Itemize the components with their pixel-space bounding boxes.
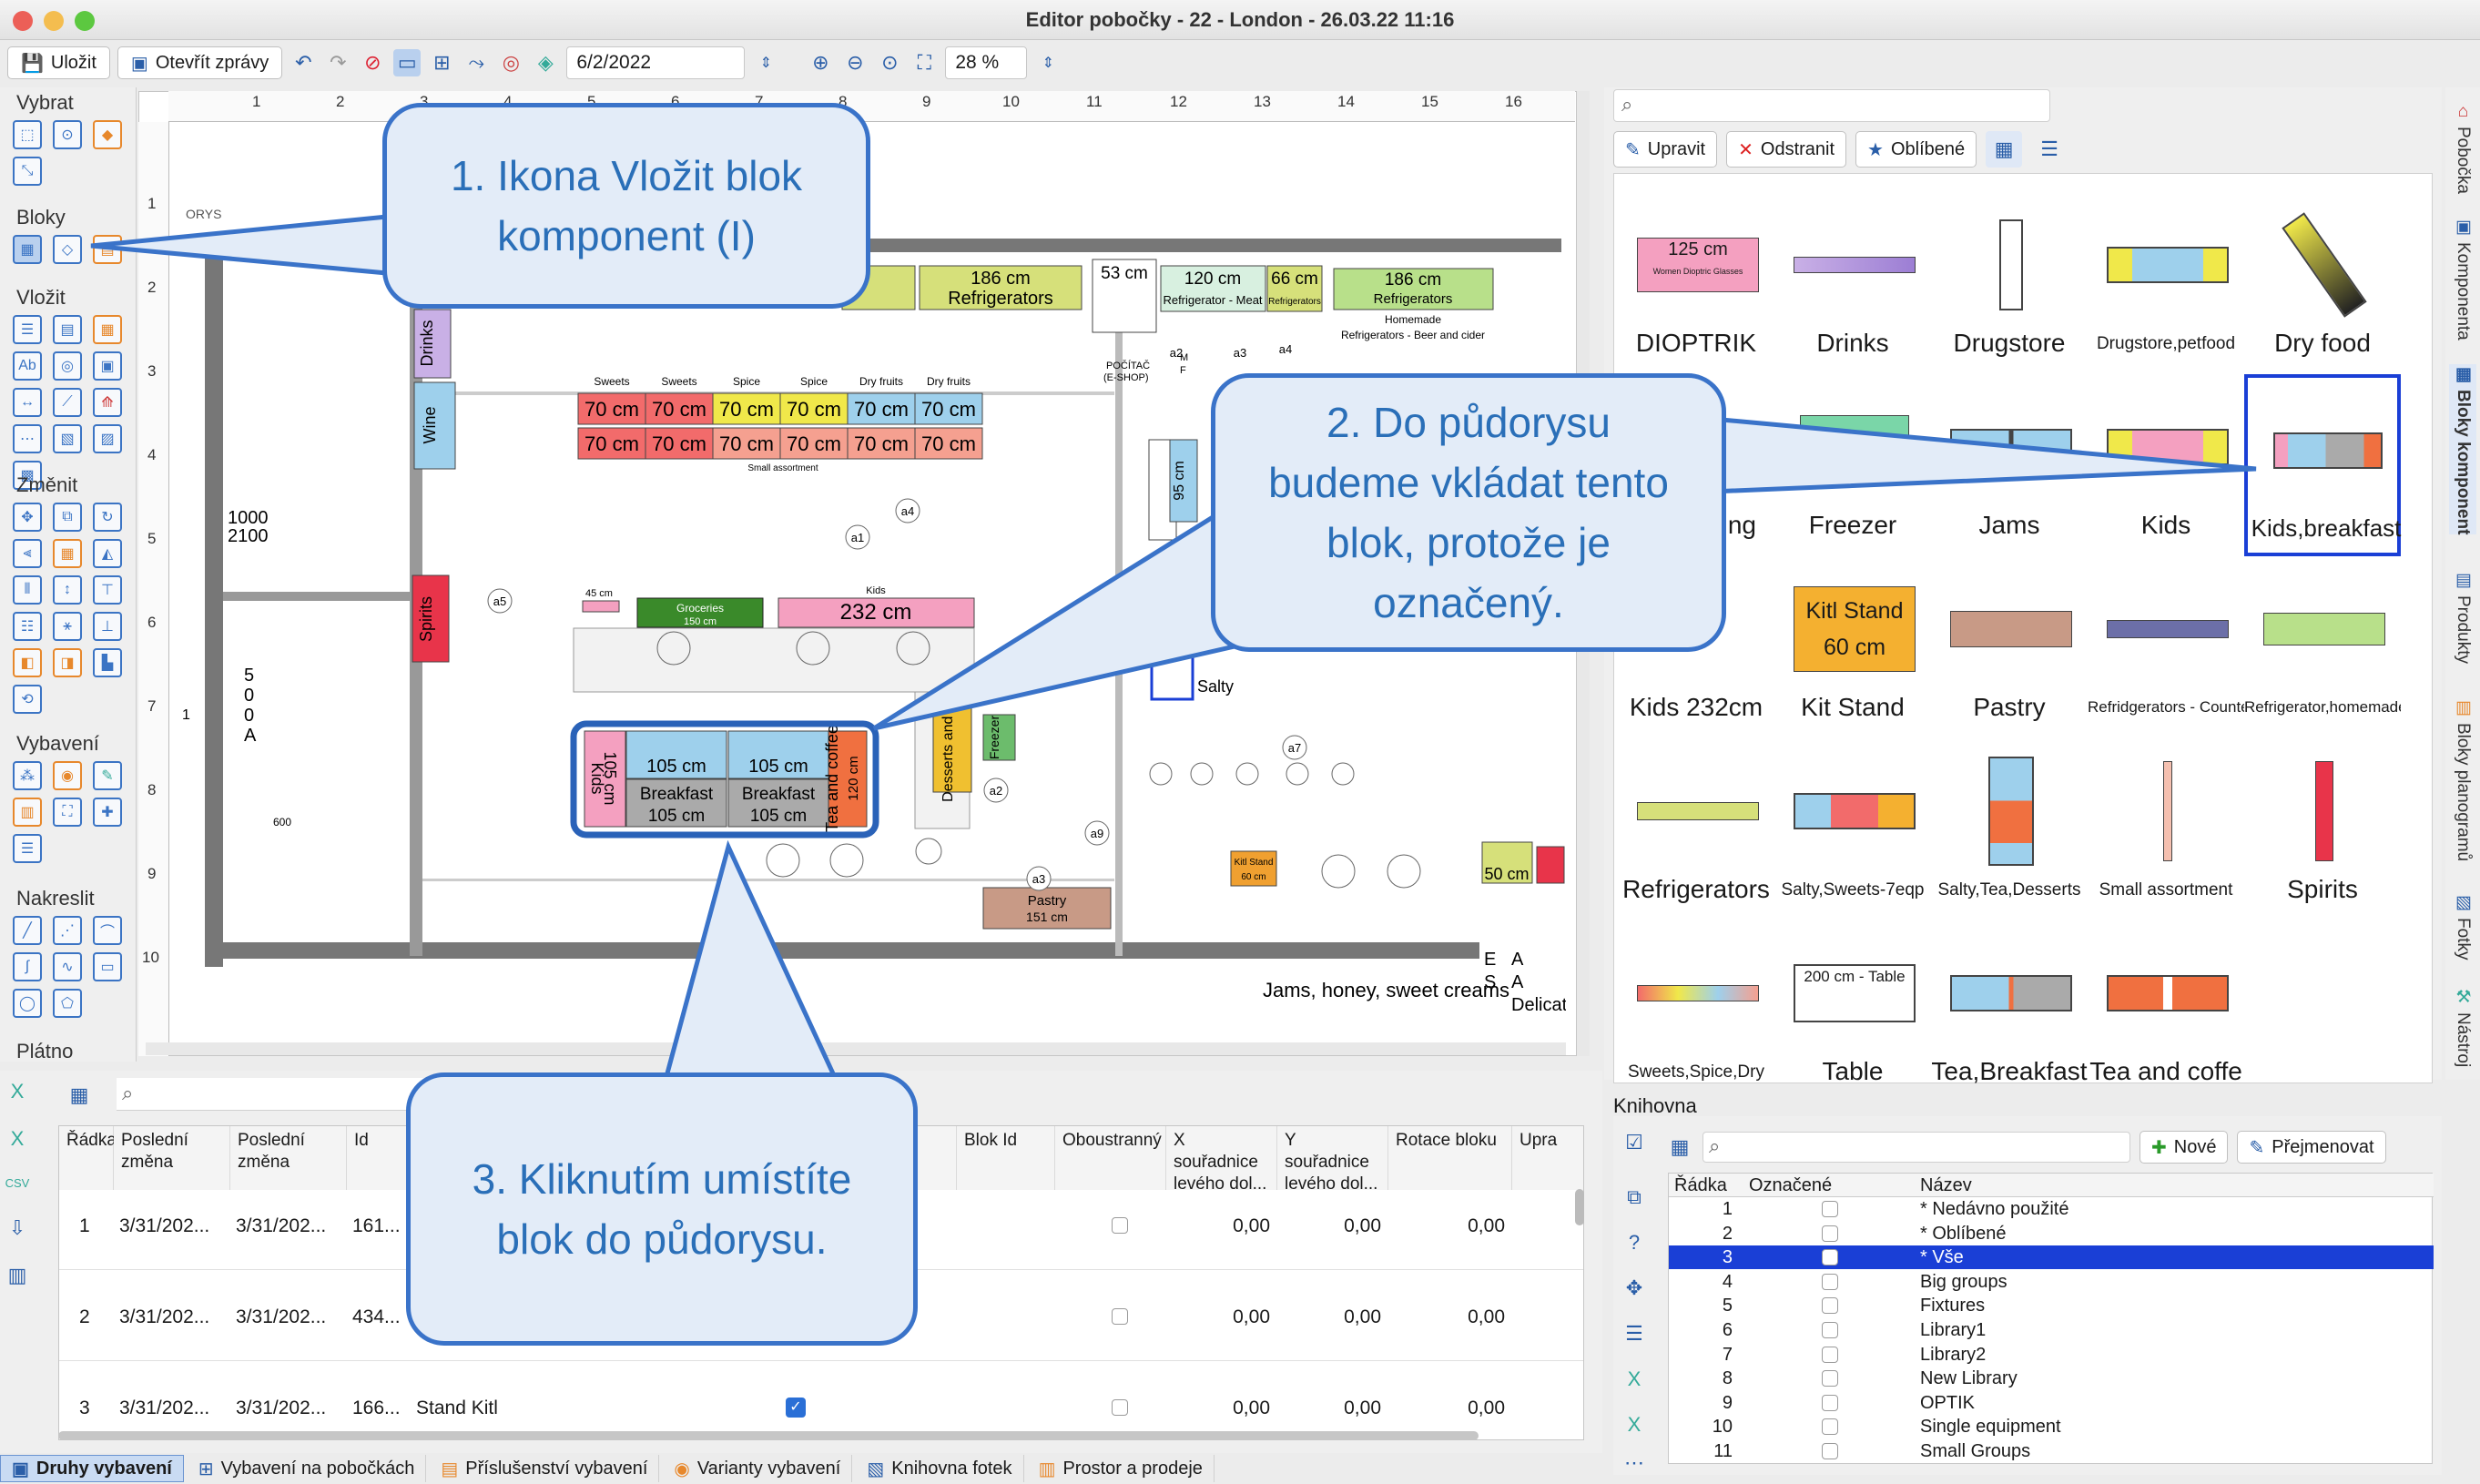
callout-3: 3. Kliknutím umístíte blok do půdorysu. <box>406 1072 918 1346</box>
callout-1: 1. Ikona Vložit blok komponent (I) <box>382 103 870 309</box>
callout-3-text: 3. Kliknutím umístíte blok do půdorysu. <box>472 1155 852 1263</box>
callout-connectors <box>90 214 2257 1086</box>
callout-2-pointer-right <box>1709 416 2257 494</box>
callout-2-text: 2. Do půdorysu budeme vkládat tento blok… <box>1268 399 1669 626</box>
callout-1-text: 1. Ikona Vložit blok komponent (I) <box>450 152 803 259</box>
callout-1-pointer <box>90 214 390 276</box>
callout-2: 2. Do půdorysu budeme vkládat tento blok… <box>1211 373 1726 652</box>
application-window: Editor pobočky - 22 - London - 26.03.22 … <box>0 0 2480 1484</box>
callout-3-pointer <box>661 839 841 1086</box>
